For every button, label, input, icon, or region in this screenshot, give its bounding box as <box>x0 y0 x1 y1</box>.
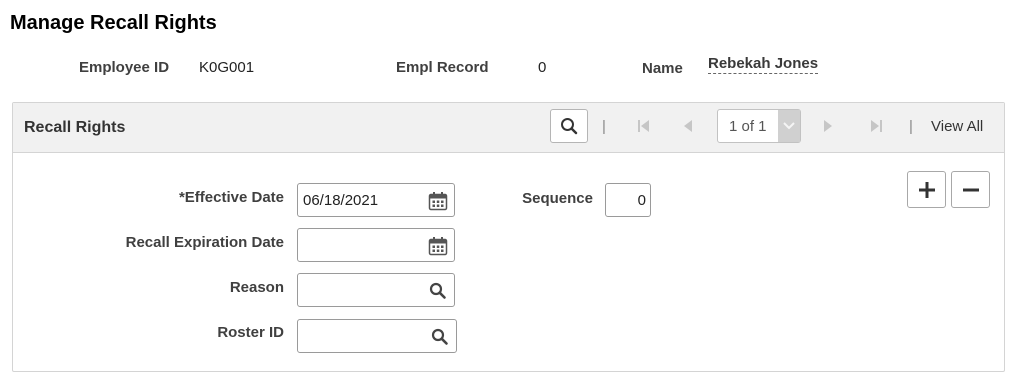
separator: | <box>909 118 913 135</box>
empl-record-label: Empl Record <box>396 59 489 76</box>
employee-name-link[interactable]: Rebekah Jones <box>708 55 819 74</box>
effective-date-field[interactable]: 06/18/2021 <box>297 183 455 217</box>
effective-date-value: 06/18/2021 <box>303 192 379 209</box>
previous-icon[interactable] <box>680 117 696 135</box>
roster-id-field[interactable] <box>297 319 457 353</box>
last-page-icon[interactable] <box>868 117 884 135</box>
employee-id-label: Employee ID <box>79 59 170 76</box>
separator: | <box>602 118 606 135</box>
search-icon[interactable] <box>430 327 450 347</box>
calendar-icon[interactable] <box>428 191 448 211</box>
minus-icon <box>962 188 979 191</box>
grid-search-button[interactable] <box>550 109 588 143</box>
plus-icon <box>918 181 935 198</box>
next-icon[interactable] <box>820 117 836 135</box>
empl-record-value: 0 <box>538 59 547 76</box>
page-title: Manage Recall Rights <box>10 12 217 34</box>
page-select-value: 1 of 1 <box>729 118 767 135</box>
calendar-icon[interactable] <box>428 236 448 256</box>
delete-row-button[interactable] <box>951 171 990 208</box>
employee-id-value: K0G001 <box>199 59 255 76</box>
sequence-label: Sequence <box>522 190 593 207</box>
view-all-link[interactable]: View All <box>931 118 983 135</box>
first-page-icon[interactable] <box>636 117 652 135</box>
recall-expiration-date-field[interactable] <box>297 228 455 262</box>
name-label: Name <box>642 60 683 77</box>
page-select-dropdown[interactable] <box>778 110 800 142</box>
reason-field[interactable] <box>297 273 455 307</box>
recall-expiration-date-label: Recall Expiration Date <box>125 234 284 251</box>
search-icon[interactable] <box>428 281 448 301</box>
add-row-button[interactable] <box>907 171 946 208</box>
chevron-down-icon <box>783 122 795 130</box>
roster-id-label: Roster ID <box>217 324 284 341</box>
reason-label: Reason <box>229 279 284 296</box>
sequence-field[interactable]: 0 <box>605 183 651 217</box>
page-select[interactable]: 1 of 1 <box>717 109 801 143</box>
recall-rights-grid: Recall Rights | 1 of 1 | View All *Effec… <box>12 102 1005 372</box>
effective-date-label: *Effective Date <box>178 189 284 206</box>
grid-header: Recall Rights | 1 of 1 | View All <box>13 103 1004 153</box>
grid-title: Recall Rights <box>24 119 126 136</box>
sequence-value: 0 <box>637 192 646 209</box>
search-icon <box>561 118 578 135</box>
